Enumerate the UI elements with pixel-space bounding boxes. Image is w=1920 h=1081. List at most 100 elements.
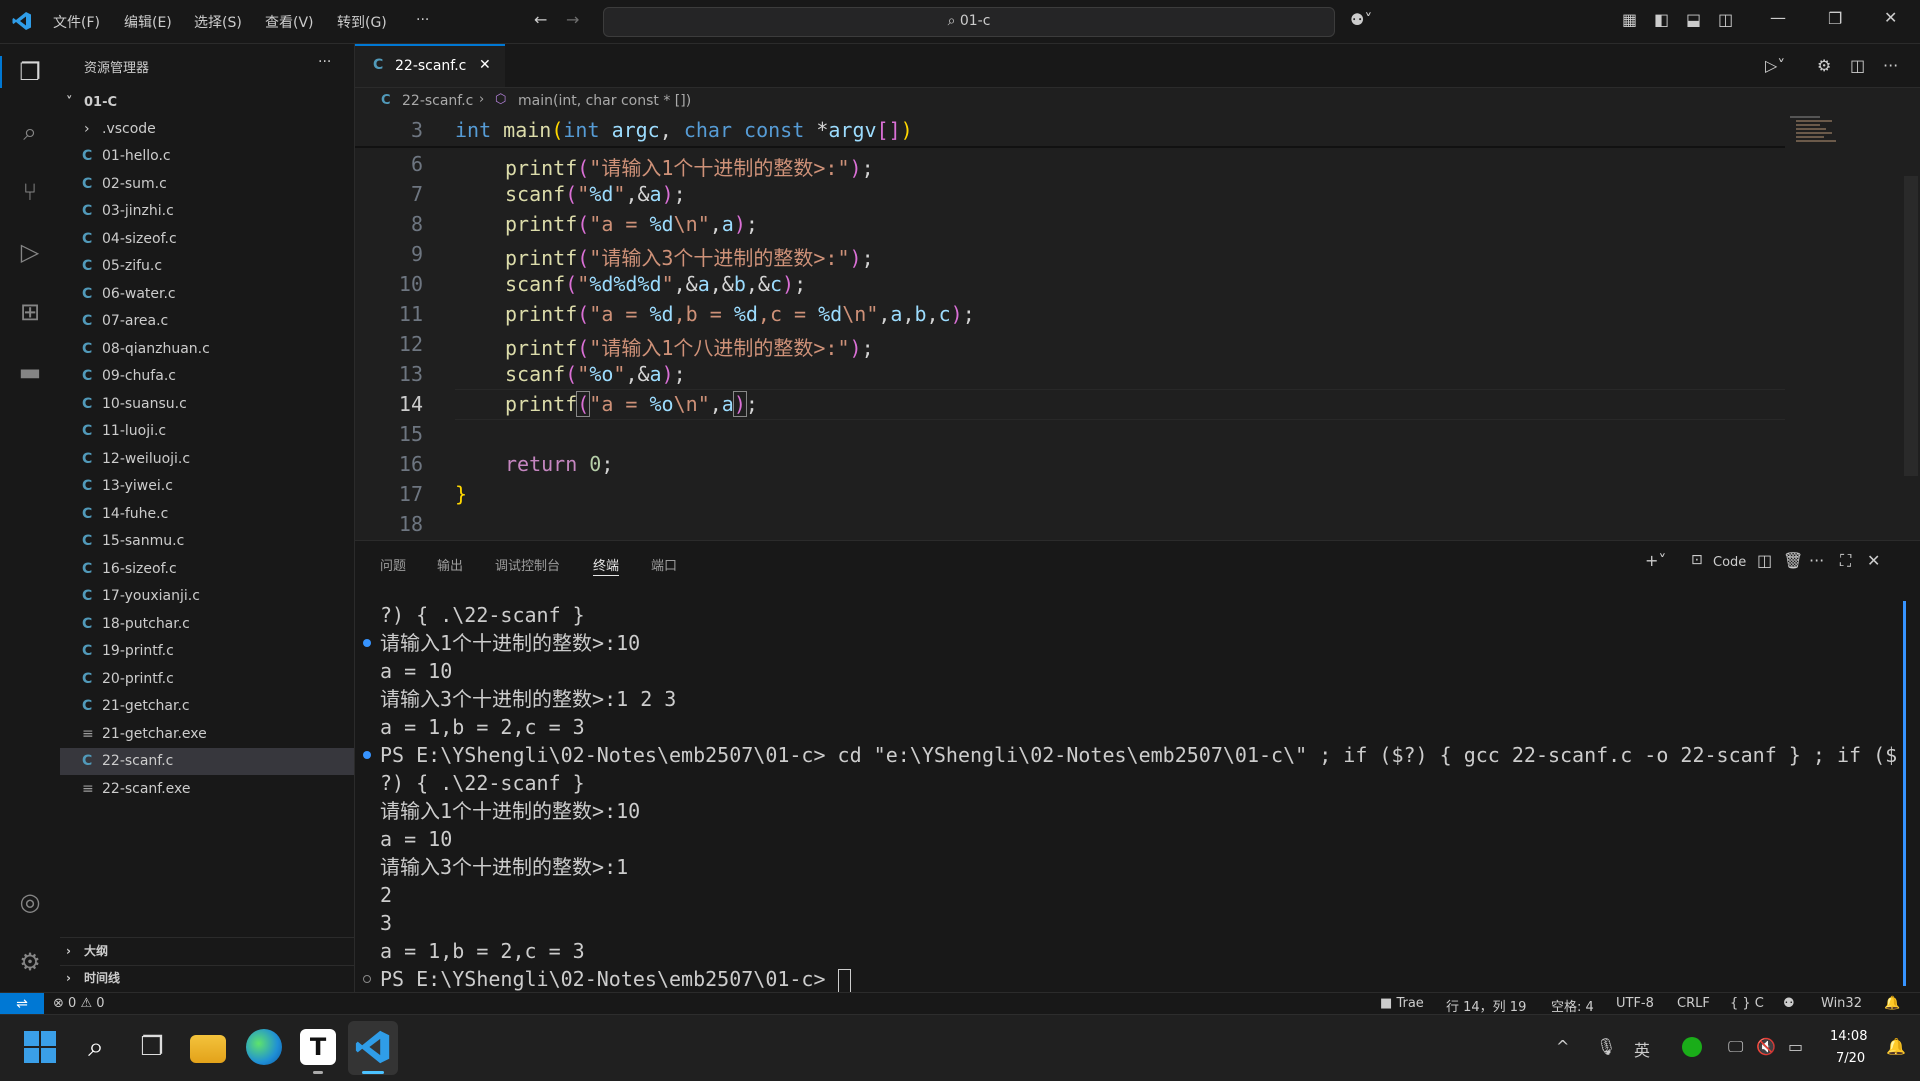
close-window-icon[interactable]: ✕ <box>1884 8 1897 27</box>
cursor-position[interactable]: 行 14，列 19 <box>1446 996 1526 1015</box>
ime-indicator[interactable]: 英 <box>1634 1037 1650 1061</box>
toggle-panel-icon[interactable]: ⬓ <box>1686 10 1701 29</box>
file-item[interactable]: C 08-qianzhuan.c <box>60 336 354 363</box>
vscode-taskbar-icon[interactable] <box>355 1029 391 1065</box>
folder-root[interactable]: ˅ 01-C <box>60 89 354 116</box>
trae-status[interactable]: ■ Trae <box>1380 996 1424 1011</box>
manage-gear-icon[interactable]: ⚙ <box>15 947 45 977</box>
explorer-more-button[interactable]: ··· <box>318 54 331 70</box>
notifications-bell-icon[interactable]: 🔔 <box>1884 996 1900 1011</box>
indentation[interactable]: 空格: 4 <box>1551 996 1594 1015</box>
panel-more-icon[interactable]: ··· <box>1809 551 1824 570</box>
breadcrumb-file[interactable]: 22-scanf.c <box>402 93 473 109</box>
split-terminal-icon[interactable]: ◫ <box>1757 551 1772 570</box>
copilot-icon[interactable]: ⚉˅ <box>1350 10 1372 29</box>
editor-scrollbar[interactable] <box>1904 176 1918 476</box>
notification-center-icon[interactable]: 🔔 <box>1886 1037 1906 1056</box>
maximize-panel-icon[interactable]: ⛶ <box>1840 551 1851 571</box>
file-item[interactable]: ≡ 21-getchar.exe <box>60 721 354 748</box>
volume-muted-icon[interactable]: 🔇 <box>1756 1037 1776 1056</box>
file-item[interactable]: C 04-sizeof.c <box>60 226 354 253</box>
tab-terminal[interactable]: 终端 <box>593 555 619 574</box>
accounts-icon[interactable]: ◎ <box>15 887 45 917</box>
back-arrow-icon[interactable]: ← <box>534 10 547 29</box>
problems-status[interactable]: ⊗ 0 ⚠ 0 <box>53 996 105 1011</box>
file-item[interactable]: C 13-yiwei.c <box>60 473 354 500</box>
menu-selection[interactable]: 选择(S) <box>194 12 242 32</box>
clock-time[interactable]: 14:08 <box>1830 1029 1867 1044</box>
split-editor-icon[interactable]: ◫ <box>1850 56 1865 75</box>
tab-ports[interactable]: 端口 <box>651 555 677 574</box>
file-item[interactable]: C 16-sizeof.c <box>60 556 354 583</box>
remote-explorer-icon[interactable]: ▬ <box>15 357 45 387</box>
tab-debug-console[interactable]: 调试控制台 <box>495 555 560 574</box>
minimize-icon[interactable]: — <box>1770 8 1786 27</box>
windows-start-icon[interactable] <box>22 1029 58 1065</box>
timeline-section[interactable]: › 时间线 <box>60 965 354 992</box>
settings-gear-icon[interactable]: ⚙ <box>1817 56 1831 75</box>
taskbar-search-icon[interactable]: ⌕ <box>78 1029 114 1065</box>
tab-problems[interactable]: 问题 <box>380 555 406 574</box>
file-item[interactable]: C 12-weiluoji.c <box>60 446 354 473</box>
minimap[interactable] <box>1790 116 1850 156</box>
tab-close-icon[interactable]: ✕ <box>479 57 491 73</box>
battery-icon[interactable]: ▭ <box>1788 1037 1803 1056</box>
run-debug-icon[interactable]: ▷ <box>15 237 45 267</box>
file-item[interactable]: C 10-suansu.c <box>60 391 354 418</box>
file-item[interactable]: C 01-hello.c <box>60 143 354 170</box>
file-item[interactable]: C 07-area.c <box>60 308 354 335</box>
remote-indicator[interactable]: ⇌ <box>0 993 44 1015</box>
outline-section[interactable]: › 大纲 <box>60 938 354 965</box>
file-item[interactable]: C 11-luoji.c <box>60 418 354 445</box>
display-icon[interactable]: 🖵 <box>1728 1037 1743 1057</box>
microphone-icon[interactable]: 🎙 <box>1596 1037 1616 1056</box>
toggle-secondary-sidebar-icon[interactable]: ◫ <box>1718 10 1733 29</box>
tray-chevron-up-icon[interactable]: ^ <box>1556 1037 1569 1056</box>
forward-arrow-icon[interactable]: → <box>566 10 579 29</box>
file-item[interactable]: C 02-sum.c <box>60 171 354 198</box>
copilot-status-icon[interactable]: ⚉ <box>1783 996 1795 1011</box>
file-item[interactable]: ≡ 22-scanf.exe <box>60 776 354 803</box>
code-editor[interactable]: 3 6 7 8 9 10 11 12 13 14 15 16 17 18 int… <box>355 116 1920 540</box>
layout-customize-icon[interactable]: ▦ <box>1622 10 1637 29</box>
terminal-shell-label[interactable]: Code <box>1713 555 1746 570</box>
encoding[interactable]: UTF-8 <box>1616 996 1654 1011</box>
menu-edit[interactable]: 编辑(E) <box>124 12 172 32</box>
task-view-icon[interactable]: ❐ <box>134 1029 170 1065</box>
explorer-icon[interactable]: ❐ <box>15 57 45 87</box>
close-panel-icon[interactable]: ✕ <box>1867 551 1880 570</box>
new-terminal-icon[interactable]: +˅ <box>1645 551 1666 570</box>
platform[interactable]: Win32 <box>1821 996 1862 1011</box>
file-item[interactable]: C 06-water.c <box>60 281 354 308</box>
menu-view[interactable]: 查看(V) <box>265 12 314 32</box>
language-mode[interactable]: { } C <box>1730 996 1764 1011</box>
terminal-scrollbar[interactable] <box>1903 601 1906 986</box>
run-code-icon[interactable]: ▷˅ <box>1765 56 1785 75</box>
edge-browser-icon[interactable] <box>246 1029 282 1065</box>
folder-vscode[interactable]: › .vscode <box>60 116 354 143</box>
end-of-line[interactable]: CRLF <box>1677 996 1710 1011</box>
file-item[interactable]: C 17-youxianji.c <box>60 583 354 610</box>
command-center-search[interactable]: ⌕ 01-c <box>603 7 1335 37</box>
extensions-icon[interactable]: ⊞ <box>15 297 45 327</box>
menu-go[interactable]: 转到(G) <box>337 12 387 32</box>
toggle-sidebar-icon[interactable]: ◧ <box>1654 10 1669 29</box>
file-item[interactable]: C 14-fuhe.c <box>60 501 354 528</box>
menu-more[interactable]: ··· <box>416 12 429 28</box>
file-item[interactable]: C 05-zifu.c <box>60 253 354 280</box>
file-item[interactable]: C 09-chufa.c <box>60 363 354 390</box>
file-item[interactable]: C 18-putchar.c <box>60 611 354 638</box>
typora-icon[interactable]: T <box>300 1029 336 1065</box>
file-item[interactable]: C 03-jinzhi.c <box>60 198 354 225</box>
file-item[interactable]: C 21-getchar.c <box>60 693 354 720</box>
terminal-shell-icon[interactable]: ⊡ <box>1691 552 1703 568</box>
source-control-icon[interactable]: ⑂ <box>15 177 45 207</box>
file-item[interactable]: C 19-printf.c <box>60 638 354 665</box>
search-view-icon[interactable]: ⌕ <box>15 117 45 147</box>
editor-more-icon[interactable]: ··· <box>1883 56 1898 75</box>
tab-22-scanf[interactable]: C 22-scanf.c ✕ <box>355 44 505 87</box>
breadcrumb-symbol[interactable]: main(int, char const * []) <box>518 93 691 109</box>
wechat-tray-icon[interactable] <box>1682 1037 1702 1057</box>
tab-output[interactable]: 输出 <box>437 555 463 574</box>
restore-icon[interactable]: ❐ <box>1828 9 1842 28</box>
